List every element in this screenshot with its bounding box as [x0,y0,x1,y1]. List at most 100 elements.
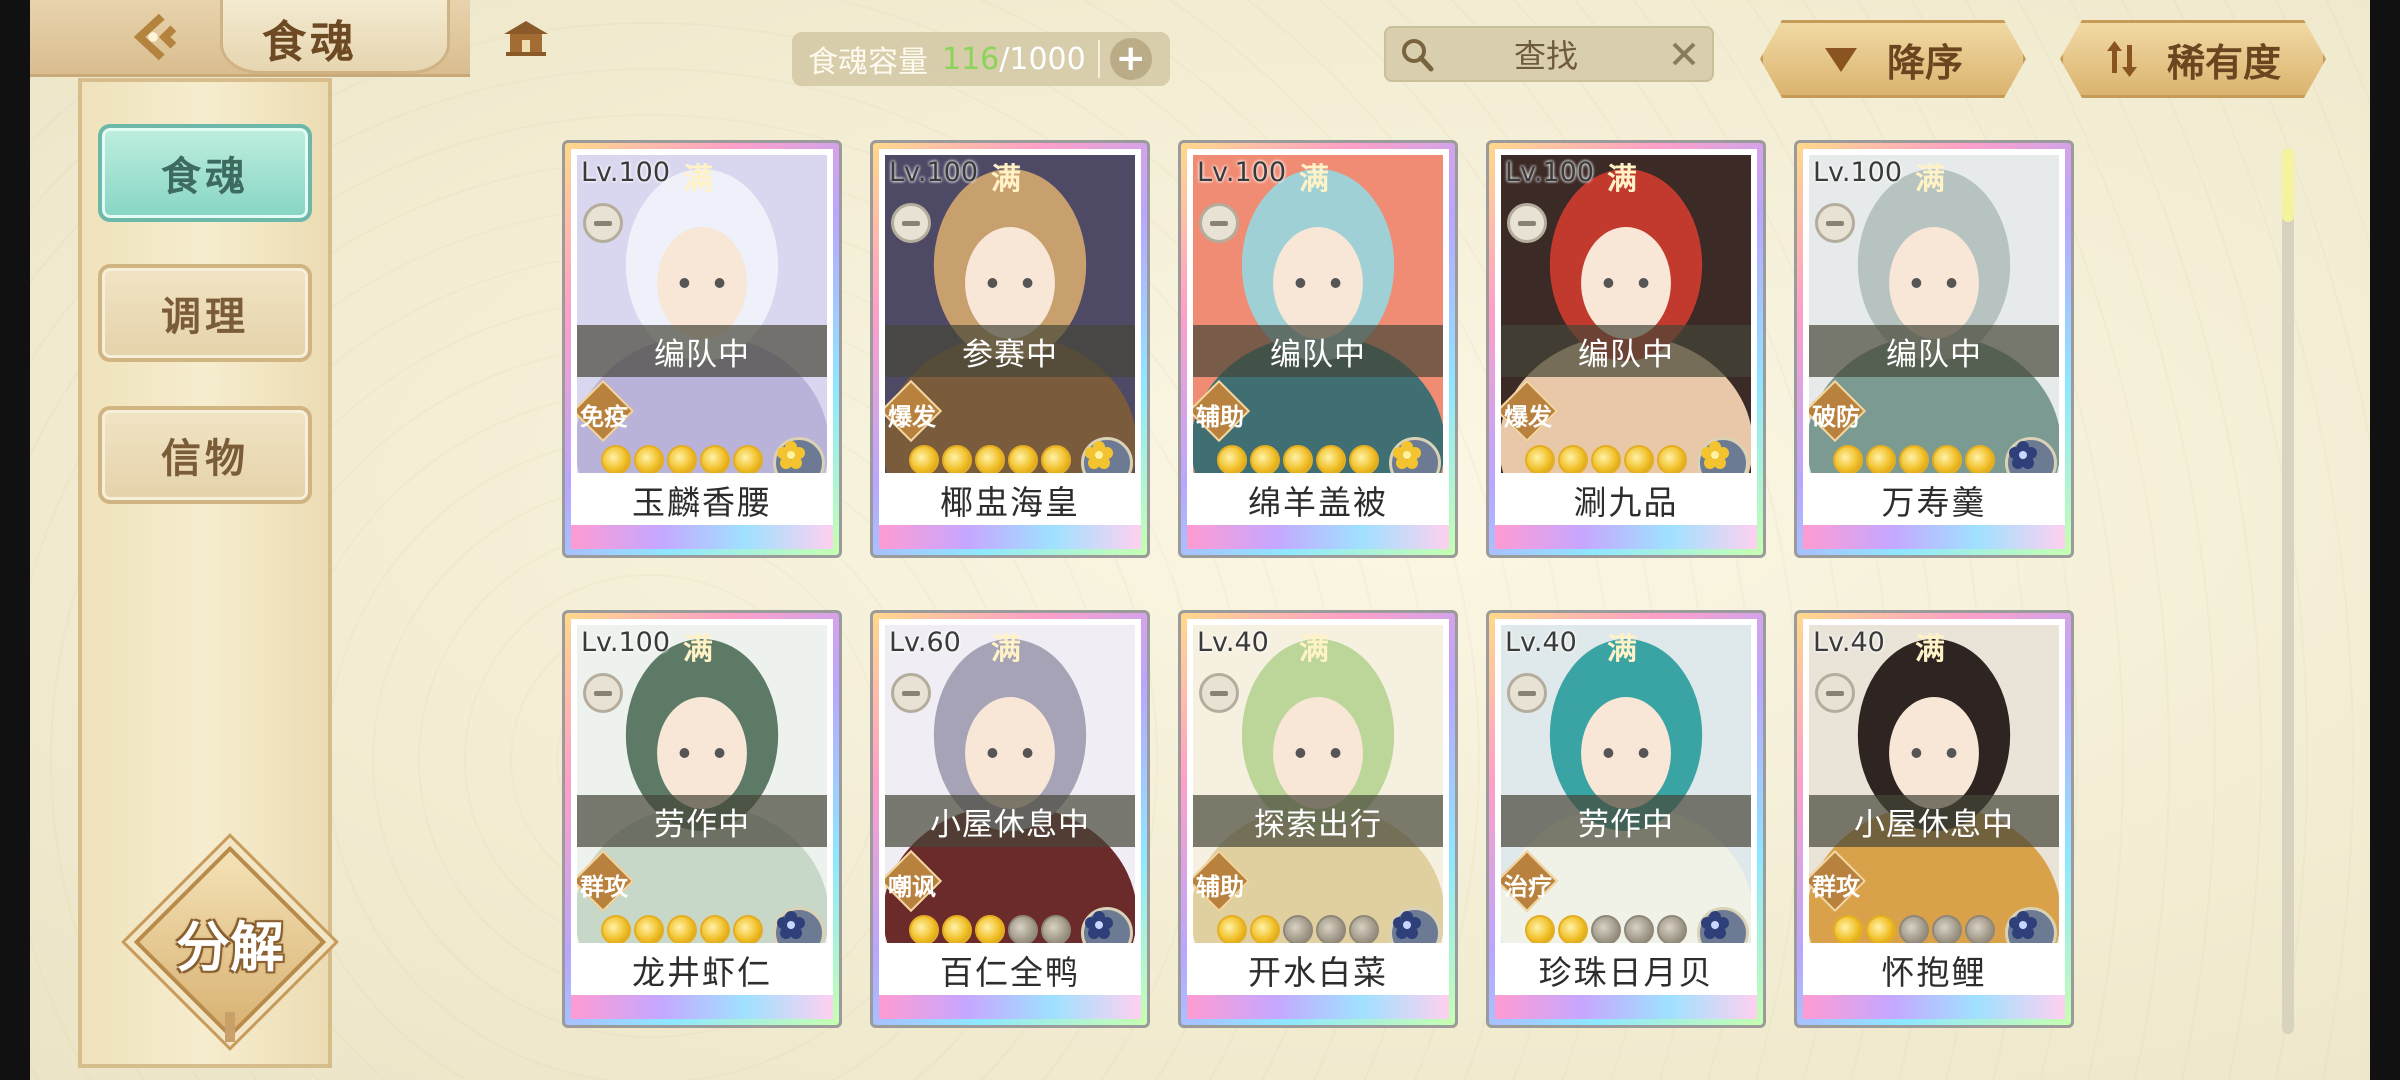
star-icon [1899,915,1929,943]
back-button[interactable] [100,0,210,74]
food-soul-card[interactable]: Lv.100 满编队中 辅助 绵羊盖被 [1178,140,1458,558]
food-soul-card[interactable]: Lv.40 满小屋休息中 群攻 怀抱鲤 [1794,610,2074,1028]
star-icon [942,915,972,943]
character-name: 百仁全鸭 [885,945,1135,995]
role-tag: 群攻 [1809,849,1867,913]
food-soul-card[interactable]: Lv.60 满小屋休息中 嘲讽 百仁全鸭 [870,610,1150,1028]
star-icon [733,445,763,473]
star-icon [1591,445,1621,473]
sort-key-button[interactable]: 稀有度 [2060,20,2326,98]
star-icon [601,445,631,473]
star-rating [1525,915,1687,943]
star-icon [1558,445,1588,473]
tab-cooking[interactable]: 调理 [98,264,312,362]
max-badge: 满 [1599,155,1645,197]
sort-order-button[interactable]: 降序 [1760,20,2026,98]
scrollbar-track[interactable] [2282,148,2294,1034]
star-icon [1833,915,1863,943]
character-name: 绵羊盖被 [1193,475,1443,525]
character-portrait: Lv.100 满参赛中 爆发 [885,155,1135,473]
food-soul-card[interactable]: Lv.100 满编队中 免疫 玉麟香腰 [562,140,842,558]
level-label: Lv.100 [889,157,979,188]
role-tag: 治疗 [1501,849,1559,913]
page-title: 食魂 [262,17,358,68]
role-tag: 爆发 [885,379,943,443]
food-soul-card[interactable]: Lv.100 满参赛中 爆发 椰盅海皇 [870,140,1150,558]
capacity-max: /1000 [999,41,1086,77]
close-icon[interactable] [1668,38,1700,70]
decompose-button[interactable]: 分解 [133,845,327,1042]
card-footer [1495,995,1757,1019]
star-rating [909,915,1071,943]
food-soul-card[interactable]: Lv.100 满劳作中 群攻 龙井虾仁 [562,610,842,1028]
role-tag-label: 嘲讽 [888,872,936,901]
card-inner: Lv.100 满编队中 辅助 绵羊盖被 [1187,149,1449,549]
food-soul-card[interactable]: Lv.100 满编队中 爆发 涮九品 [1486,140,1766,558]
max-badge: 满 [1599,625,1645,667]
search-placeholder: 查找 [1513,37,1578,75]
card-inner: Lv.100 满参赛中 爆发 椰盅海皇 [879,149,1141,549]
max-badge: 满 [1291,155,1337,197]
flower-icon [1085,911,1113,939]
flower-icon [777,441,805,469]
search-input[interactable]: 查找 [1384,26,1714,82]
star-icon [1525,915,1555,943]
star-icon [700,445,730,473]
star-icon [1965,445,1995,473]
role-tag-label: 破防 [1812,402,1860,431]
star-icon [975,915,1005,943]
max-badge: 满 [1907,625,1953,667]
flower-icon [1701,911,1729,939]
sort-arrows-icon [2105,41,2139,77]
star-icon [1558,915,1588,943]
food-soul-card[interactable]: Lv.40 满劳作中 治疗 珍珠日月贝 [1486,610,1766,1028]
card-inner: Lv.40 满劳作中 治疗 珍珠日月贝 [1495,619,1757,1019]
star-icon [1349,915,1379,943]
character-portrait: Lv.40 满探索出行 辅助 [1193,625,1443,943]
search-icon [1402,39,1434,72]
character-portrait: Lv.100 满劳作中 群攻 [577,625,827,943]
max-badge: 满 [1291,625,1337,667]
star-icon [1866,915,1896,943]
food-soul-card[interactable]: Lv.100 满编队中 破防 万寿羹 [1794,140,2074,558]
star-rating [601,915,763,943]
character-portrait: Lv.60 满小屋休息中 嘲讽 [885,625,1135,943]
house-icon[interactable] [502,18,550,58]
star-icon [975,445,1005,473]
status-badge: 小屋休息中 [885,795,1135,847]
character-name: 怀抱鲤 [1809,945,2059,995]
flower-icon [2009,911,2037,939]
bowl-icon [1199,673,1239,713]
star-icon [1624,915,1654,943]
scrollbar-thumb[interactable] [2282,148,2294,222]
status-badge: 劳作中 [577,795,827,847]
star-icon [1932,915,1962,943]
flower-icon [777,911,805,939]
role-tag-label: 群攻 [1812,872,1860,901]
max-badge: 满 [675,155,721,197]
back-arrow-icon [133,13,177,61]
star-icon [700,915,730,943]
card-inner: Lv.100 满编队中 破防 万寿羹 [1803,149,2065,549]
star-icon [1217,445,1247,473]
flower-icon [1393,441,1421,469]
descending-triangle-icon [1823,44,1859,74]
tab-tokens[interactable]: 信物 [98,406,312,504]
capacity-current: 116 [942,41,1000,77]
add-capacity-button[interactable]: + [1109,38,1152,80]
star-icon [1283,445,1313,473]
tab-food-souls[interactable]: 食魂 [98,124,312,222]
level-label: Lv.60 [889,627,961,658]
role-tag-label: 免疫 [580,402,628,431]
status-badge: 编队中 [577,325,827,377]
star-icon [733,915,763,943]
role-tag: 嘲讽 [885,849,943,913]
role-tag: 爆发 [1501,379,1559,443]
food-soul-card[interactable]: Lv.40 满探索出行 辅助 开水白菜 [1178,610,1458,1028]
star-icon [1899,445,1929,473]
card-footer [879,525,1141,549]
star-rating [1833,915,1995,943]
card-inner: Lv.100 满编队中 免疫 玉麟香腰 [571,149,833,549]
role-tag-label: 爆发 [1504,402,1552,431]
star-icon [634,915,664,943]
